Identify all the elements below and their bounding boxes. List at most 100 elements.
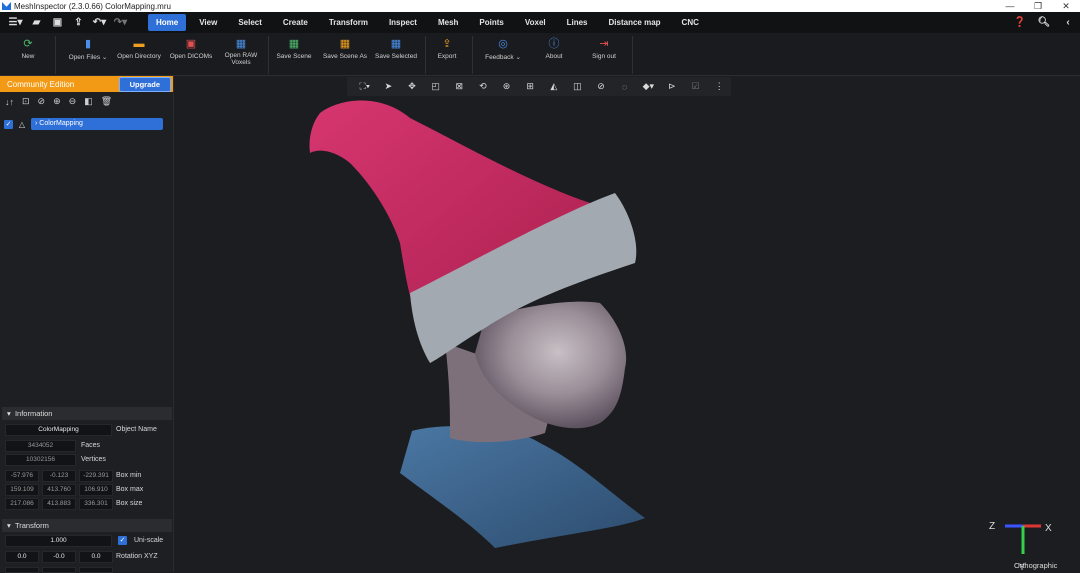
transform-header[interactable]: ▾ Transform (2, 519, 172, 532)
vertices-field: 10302156 (5, 454, 76, 466)
select-all-icon[interactable]: ⊡ (22, 96, 30, 107)
check-icon[interactable]: ☑ (684, 81, 708, 92)
feedback-icon: ◎ (498, 38, 508, 50)
tab-home[interactable]: Home (148, 14, 187, 31)
fit-view-icon[interactable]: ⛶▾ (353, 81, 377, 92)
menu-bar: ☰▾ ▰ ▣ ⇪ ↶▾ ↷▾ Home View Select Create T… (0, 12, 1080, 33)
open-files-button[interactable]: ▮ Open Files ⌄ (64, 33, 112, 76)
tab-cnc[interactable]: CNC (674, 14, 707, 31)
save-selected-button[interactable]: ▦ Save Selected (372, 33, 420, 76)
sort-icon[interactable]: ↓↑ (5, 97, 14, 107)
collapse-icon[interactable]: ‹ (1056, 17, 1080, 28)
delete-icon[interactable]: 🗑︎ (101, 96, 112, 107)
measure-icon[interactable]: ⊛ (495, 81, 519, 92)
search-icon[interactable]: 🔍︎ (1032, 17, 1056, 28)
feedback-button[interactable]: ◎ Feedback ⌄ (482, 33, 524, 76)
info-icon: ⓘ (548, 38, 560, 50)
bounding-box-icon[interactable]: ⊞ (518, 81, 542, 92)
clip-icon[interactable]: ◭ (542, 81, 566, 92)
visibility-icon[interactable]: ◧ (84, 96, 93, 107)
box-icon[interactable]: ◫ (566, 81, 590, 92)
app-logo-icon (2, 2, 11, 10)
rotation-z[interactable]: 0.0 (79, 551, 113, 563)
tab-voxel[interactable]: Voxel (517, 14, 554, 31)
tab-points[interactable]: Points (471, 14, 511, 31)
close-button[interactable]: ✕ (1052, 0, 1080, 12)
tab-create[interactable]: Create (275, 14, 316, 31)
visibility-checkbox[interactable]: ✓ (4, 119, 13, 129)
selection-filter-icon[interactable]: ⊳ (660, 81, 684, 92)
camera-icon[interactable]: ◰ (424, 81, 448, 92)
uniscale-label: Uni-scale (134, 537, 164, 544)
scale-field[interactable]: 1.000 (5, 535, 112, 547)
tab-transform[interactable]: Transform (321, 14, 376, 31)
object-name-label: Object Name (116, 426, 157, 433)
save-scene-button[interactable]: ▦ Save Scene (273, 33, 315, 76)
open-dicoms-button[interactable]: ▣ Open DICOMs (167, 33, 215, 76)
box-max-z: 106.910 (79, 484, 113, 496)
collapse-all-icon[interactable]: ⊖ (69, 96, 77, 107)
deselect-icon[interactable]: ⊘ (38, 96, 46, 107)
faces-field: 3434052 (5, 440, 76, 452)
eraser-icon[interactable]: ◆▾ (637, 81, 661, 92)
help-icon[interactable]: ❓ (1008, 17, 1032, 28)
folder-open-icon[interactable]: ▰ (27, 17, 46, 28)
save-scene-as-button[interactable]: ▦ Save Scene As (321, 33, 369, 76)
shirt-shape (400, 426, 645, 548)
paint-icon[interactable]: ⊠ (448, 81, 472, 92)
window-controls: — ❐ ✕ (996, 0, 1080, 12)
window-title: MeshInspector (2.3.0.66) ColorMapping.mr… (14, 1, 171, 11)
ribbon-separator (632, 36, 633, 74)
dicom-icon: ▣ (185, 38, 197, 50)
tab-mesh[interactable]: Mesh (430, 14, 466, 31)
refresh-icon: ⟳ (23, 38, 33, 50)
upgrade-button[interactable]: Upgrade (118, 76, 171, 92)
box-max-y: 413.760 (42, 484, 76, 496)
3d-viewport[interactable]: ⛶▾ ➤ ✥ ◰ ⊠ ⟲ ⊛ ⊞ ◭ ◫ ⊘ ◌ ◆▾ ⊳ ☑ ⋮ Z X Y … (175, 76, 1080, 572)
about-button[interactable]: ⓘ About (538, 33, 570, 76)
export-icon[interactable]: ⇪ (69, 17, 88, 28)
more-options-icon[interactable]: ⋮ (707, 81, 731, 92)
file-icon: ▮ (84, 38, 92, 50)
rotation-x[interactable]: 0.0 (5, 551, 39, 563)
edition-label: Community Edition (7, 79, 75, 89)
lasso-icon[interactable]: ◌ (613, 82, 637, 92)
new-button[interactable]: ⟳ New (10, 33, 46, 76)
restore-button[interactable]: ❐ (1024, 0, 1052, 12)
partial-field (79, 567, 113, 573)
minimize-button[interactable]: — (996, 0, 1024, 12)
box-max-label: Box max (116, 486, 144, 493)
slice-icon[interactable]: ⊘ (589, 81, 613, 92)
menu-icon[interactable]: ☰▾ (6, 17, 25, 28)
tree-row[interactable]: ✓ △ › ColorMapping (4, 118, 163, 130)
tab-select[interactable]: Select (230, 14, 270, 31)
rotate-icon[interactable]: ⟲ (471, 81, 495, 92)
tab-inspect[interactable]: Inspect (381, 14, 425, 31)
rotation-y[interactable]: -0.0 (42, 551, 76, 563)
select-pointer-icon[interactable]: ➤ (377, 81, 401, 92)
ribbon-separator (425, 36, 426, 74)
save-icon[interactable]: ▣ (48, 17, 67, 28)
tab-distance-map[interactable]: Distance map (601, 14, 669, 31)
sign-out-button[interactable]: ⇥ Sign out (587, 33, 621, 76)
information-header[interactable]: ▾ Information (2, 407, 172, 420)
tab-lines[interactable]: Lines (559, 14, 596, 31)
undo-icon[interactable]: ↶▾ (90, 17, 109, 28)
expand-icon[interactable]: ⊕ (53, 96, 61, 107)
export-button[interactable]: ⇪ Export (430, 33, 464, 76)
tab-view[interactable]: View (191, 14, 225, 31)
uniscale-checkbox[interactable]: ✓ (118, 536, 127, 545)
open-directory-button[interactable]: ▬ Open Directory (114, 33, 164, 76)
redo-icon[interactable]: ↷▾ (111, 17, 130, 28)
faces-label: Faces (81, 442, 101, 449)
export-icon: ⇪ (442, 38, 452, 50)
box-size-z: 336.301 (79, 498, 113, 510)
open-raw-voxels-button[interactable]: ▦ Open RAW Voxels (219, 33, 263, 76)
mesh-model[interactable] (300, 93, 650, 553)
folder-icon: ▬ (133, 38, 145, 50)
tree-item-colormapping[interactable]: › ColorMapping (31, 118, 163, 130)
sign-out-icon: ⇥ (599, 38, 609, 50)
object-name-field[interactable]: ColorMapping (5, 424, 112, 436)
save-selected-icon: ▦ (390, 38, 402, 50)
move-icon[interactable]: ✥ (400, 81, 424, 92)
